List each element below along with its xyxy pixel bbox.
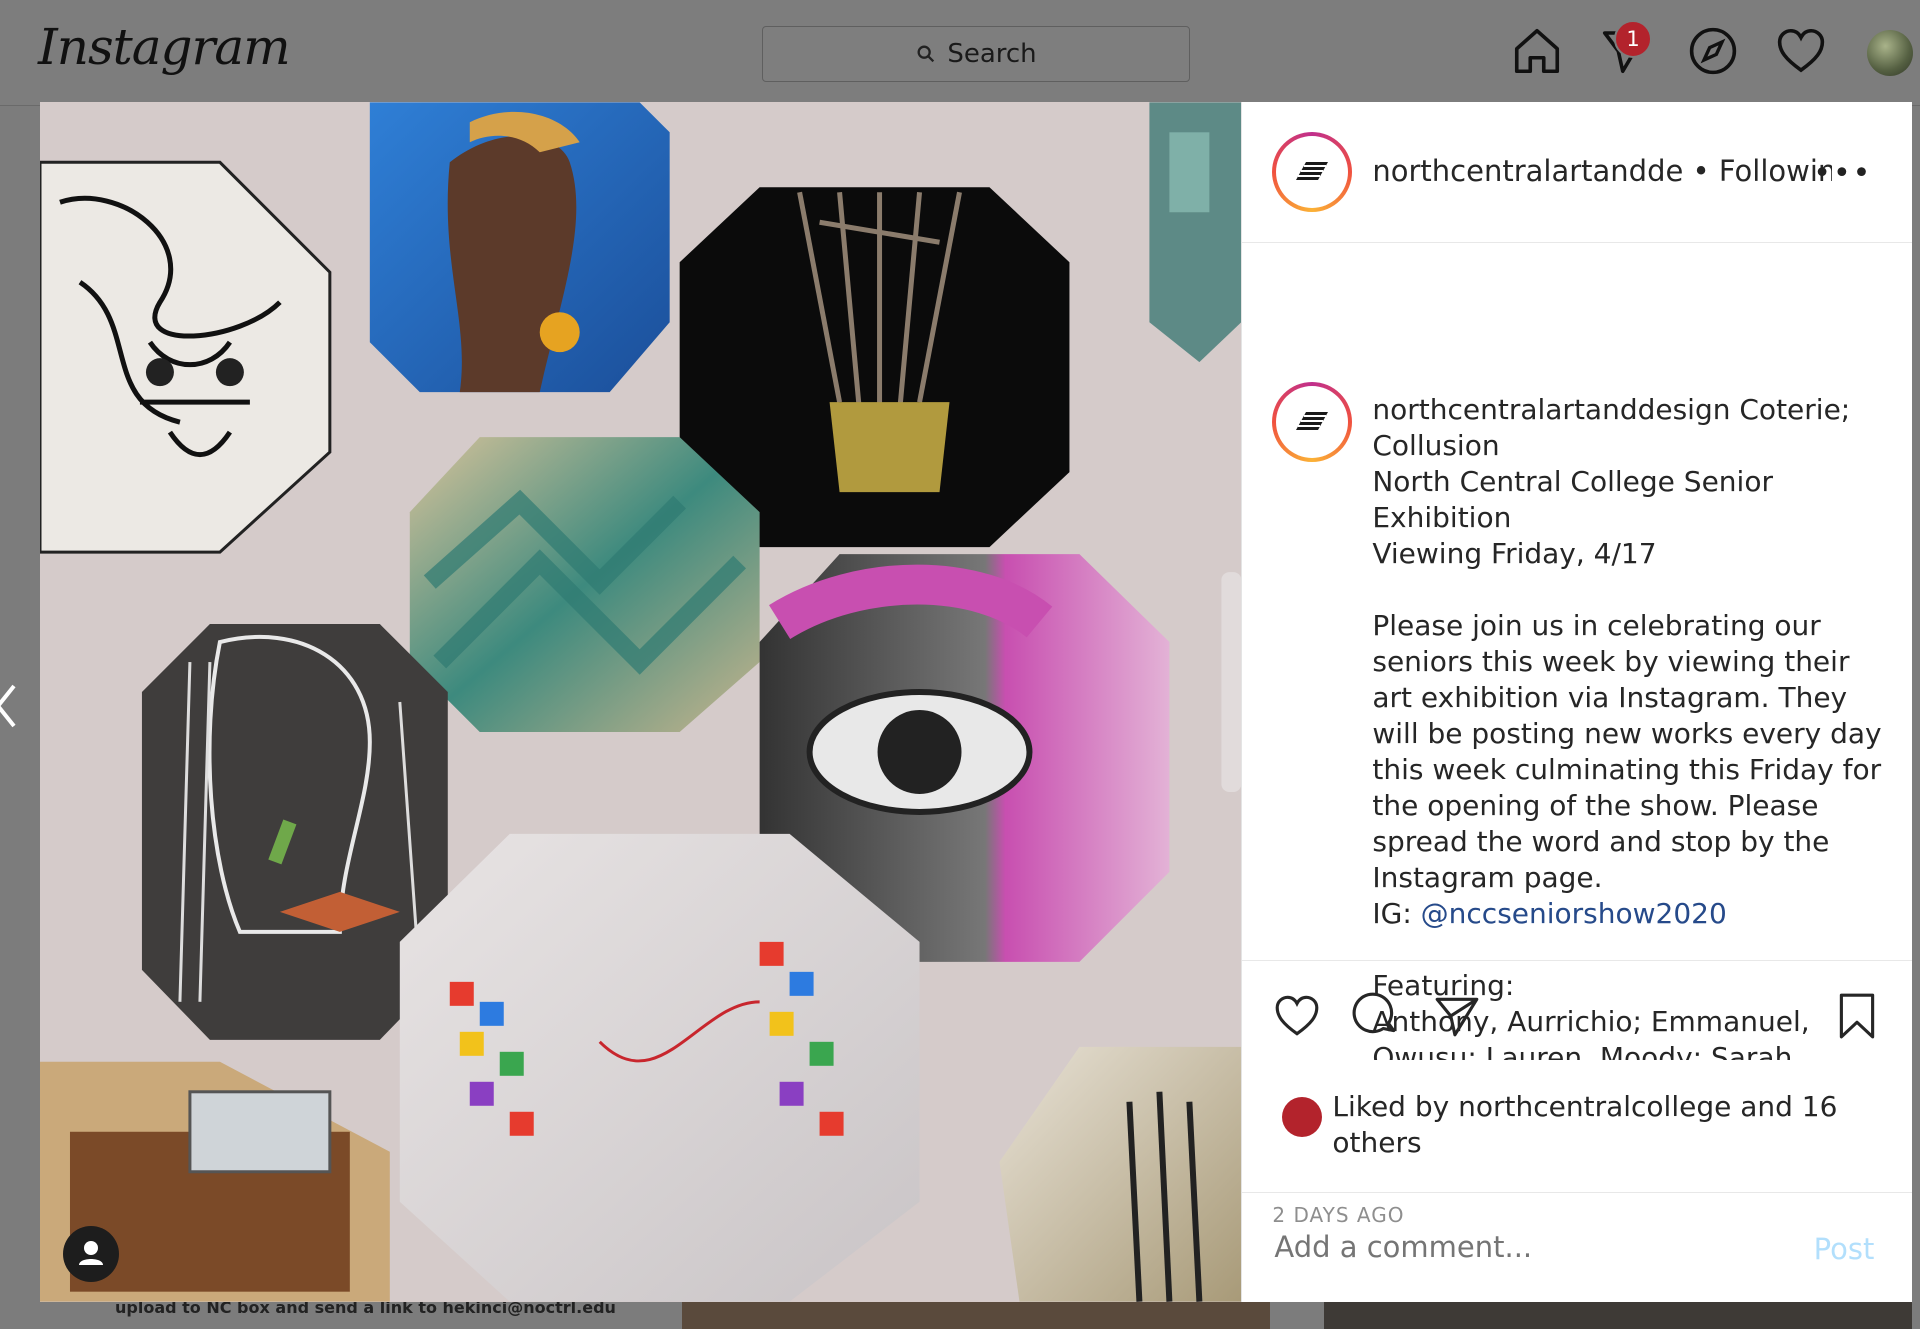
caption-text: Coterie; Collusion North Central College… [1372,393,1882,930]
tagged-users-button[interactable] [63,1226,119,1282]
post-sidebar: northcentralartandde • Following ••• nor… [1241,102,1913,1303]
more-options-icon[interactable]: ••• [1813,156,1872,191]
author-username[interactable]: northcentralartandde [1372,154,1683,188]
caption-mention-link[interactable]: @nccseniorshow2020 [1421,897,1727,930]
caption-username[interactable]: northcentralartanddesign [1372,393,1730,426]
liker-avatar[interactable] [1282,1097,1323,1137]
explore-icon[interactable] [1686,24,1740,78]
notification-badge: 1 [1614,20,1652,58]
search-input[interactable]: Search [762,26,1190,82]
like-icon[interactable] [1272,991,1322,1041]
post-header-text: northcentralartandde • Following [1372,154,1832,188]
home-icon[interactable] [1510,24,1564,78]
college-logo-icon [1296,412,1329,430]
liker-username[interactable]: northcentralcollege [1458,1090,1731,1123]
background-post-image [1324,1300,1912,1329]
likes-prefix: Liked by [1332,1090,1459,1123]
user-icon [79,1241,103,1265]
caption-scroll-area[interactable]: northcentralartanddesign Coterie; Collus… [1242,252,1912,1060]
likes-summary: Liked by northcentralcollege and 16 othe… [1332,1089,1852,1161]
instagram-logo[interactable]: Instagram [38,18,291,76]
save-bookmark-icon[interactable] [1832,991,1882,1041]
college-logo-icon [1296,162,1329,180]
artwork-painted-hands [399,833,920,1302]
author-avatar[interactable] [1272,132,1353,212]
search-icon [917,45,935,63]
post-modal: northcentralartandde • Following ••• nor… [40,102,1913,1303]
next-image-hint [1221,572,1242,792]
profile-avatar[interactable] [1867,30,1913,76]
comment-input[interactable] [1272,1229,1777,1265]
post-header: northcentralartandde • Following ••• [1242,102,1913,243]
previous-arrow-icon[interactable] [0,680,20,732]
comment-bar: Post [1242,1192,1913,1303]
share-icon[interactable] [1432,991,1482,1041]
top-nav: Instagram Search 1 [0,0,1920,106]
artwork-collage [40,102,1242,1302]
caption-author-avatar[interactable] [1272,382,1353,462]
comment-icon[interactable] [1352,991,1402,1041]
background-post-image [682,1300,1270,1329]
post-comment-button[interactable]: Post [1808,1231,1881,1267]
heart-icon[interactable] [1774,24,1828,78]
header-separator: • [1683,154,1719,188]
post-image[interactable] [40,102,1242,1302]
search-placeholder: Search [947,39,1037,69]
